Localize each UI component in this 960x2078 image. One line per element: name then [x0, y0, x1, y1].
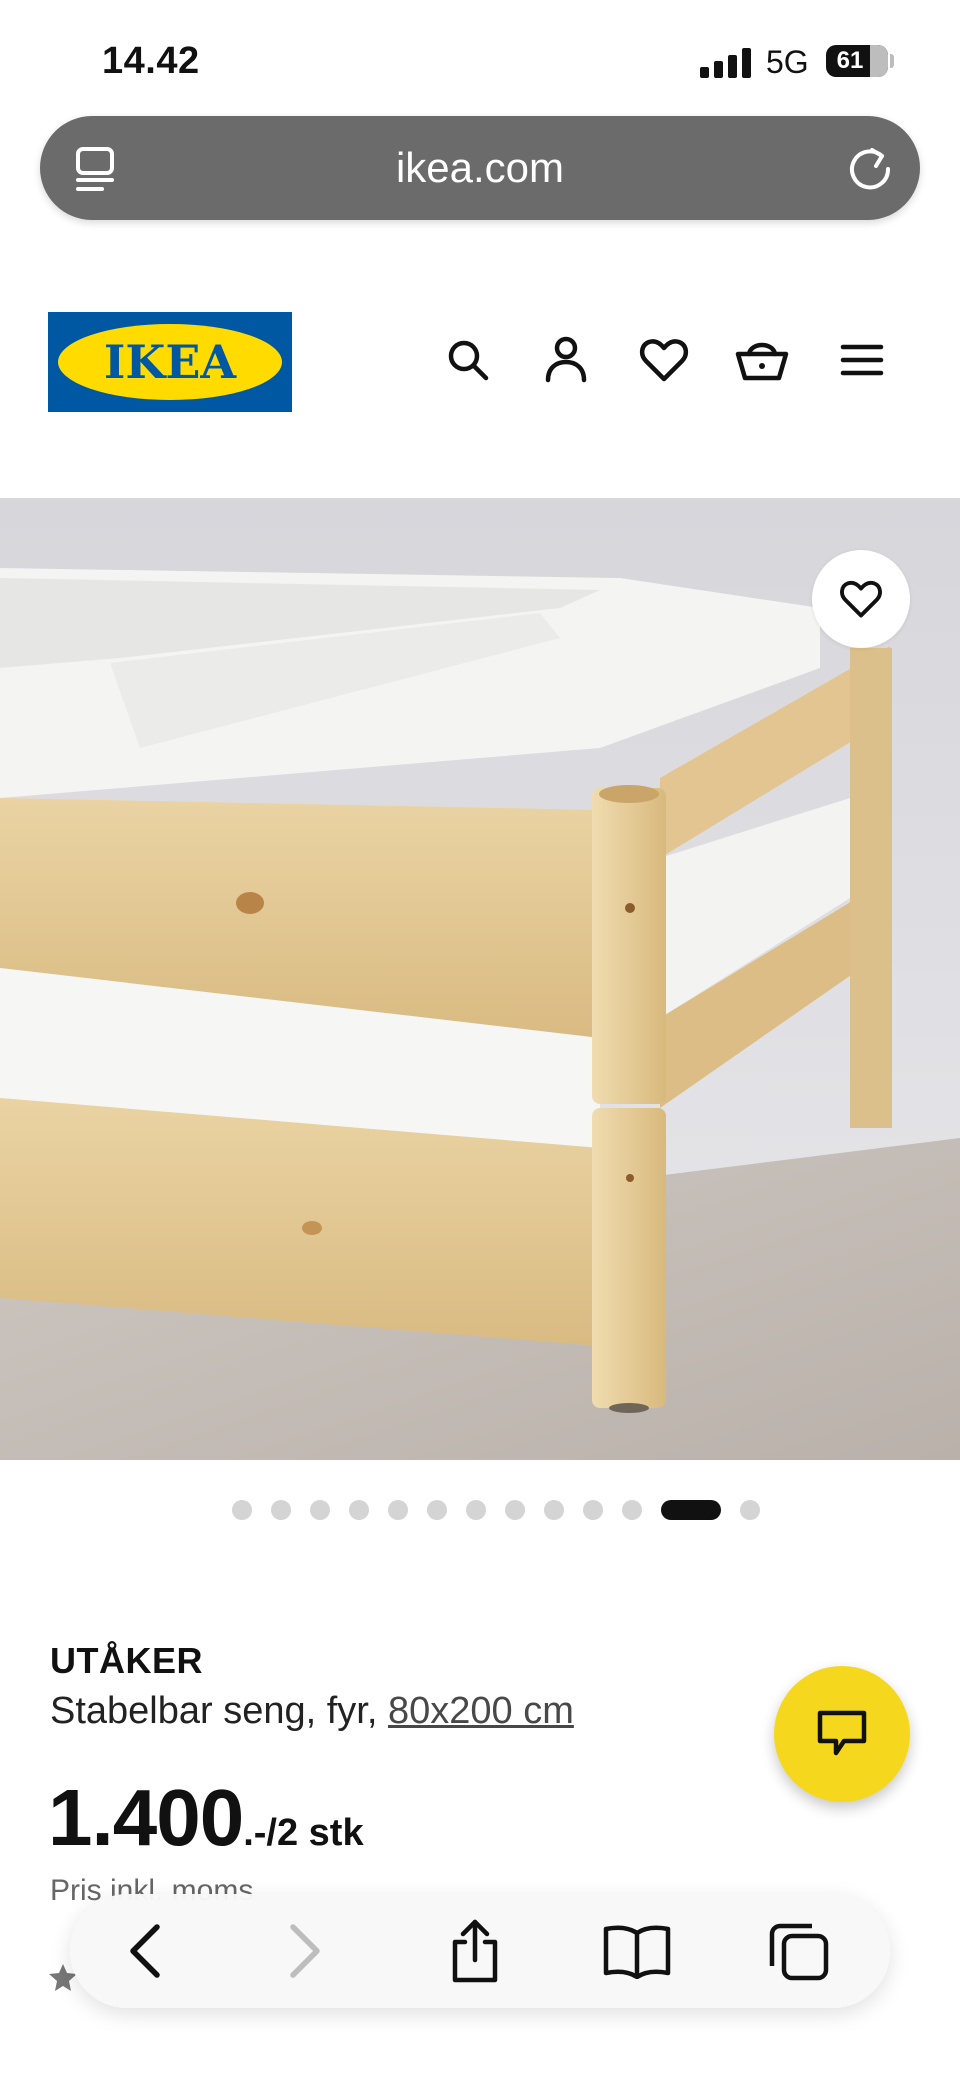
url-text[interactable]: ikea.com [40, 144, 920, 192]
battery-icon: 61 [826, 45, 888, 77]
forward-icon [290, 1924, 320, 1978]
product-description: Stabelbar seng, fyr, 80x200 cm [50, 1690, 574, 1733]
battery-cap [890, 54, 894, 68]
basket-icon[interactable] [732, 330, 792, 390]
add-to-favorites-button[interactable] [812, 550, 910, 648]
carousel-dot[interactable] [583, 1500, 603, 1520]
carousel-dot[interactable] [310, 1500, 330, 1520]
product-price: 1.400.-/2 stk [48, 1772, 364, 1864]
ikea-logo[interactable]: IKEA [48, 312, 292, 412]
share-icon [452, 1919, 498, 1983]
url-bar[interactable]: ikea.com [40, 116, 920, 220]
product-image[interactable] [0, 498, 960, 1460]
product-name: UTÅKER [50, 1640, 203, 1681]
carousel-dot[interactable] [505, 1500, 525, 1520]
carousel-dot[interactable] [232, 1500, 252, 1520]
tabs-button[interactable] [764, 1916, 834, 1986]
tabs-icon [769, 1923, 829, 1981]
battery-percent: 61 [836, 47, 864, 74]
browser-toolbar [70, 1894, 890, 2008]
bookmarks-button[interactable] [602, 1916, 672, 1986]
chat-icon [817, 1710, 867, 1756]
forward-button[interactable] [270, 1916, 340, 1986]
status-time: 14.42 [102, 40, 200, 82]
size-link[interactable]: 80x200 cm [388, 1690, 574, 1732]
chat-button[interactable] [774, 1666, 910, 1802]
heart-icon[interactable] [634, 330, 694, 390]
share-button[interactable] [440, 1916, 510, 1986]
menu-icon[interactable] [832, 330, 892, 390]
back-icon [130, 1924, 160, 1978]
carousel-dot[interactable] [544, 1500, 564, 1520]
back-button[interactable] [110, 1916, 180, 1986]
status-bar: 14.42 5G 61 [0, 0, 960, 110]
price-amount: 1.400 [48, 1773, 244, 1862]
signal-icon [700, 48, 752, 78]
price-suffix: .-/2 stk [243, 1812, 364, 1854]
network-label: 5G [766, 44, 809, 80]
carousel-dot[interactable] [740, 1500, 760, 1520]
search-icon[interactable] [438, 330, 498, 390]
heart-icon [840, 580, 882, 618]
carousel-dot[interactable] [388, 1500, 408, 1520]
bookmarks-icon [603, 1925, 671, 1979]
product-description-text: Stabelbar seng, fyr, [50, 1690, 388, 1732]
carousel-dot[interactable] [466, 1500, 486, 1520]
carousel-dot[interactable] [349, 1500, 369, 1520]
carousel-dot-active[interactable] [661, 1500, 721, 1520]
svg-text:IKEA: IKEA [104, 335, 238, 389]
carousel-dot[interactable] [271, 1500, 291, 1520]
carousel-dot[interactable] [622, 1500, 642, 1520]
account-icon[interactable] [536, 330, 596, 390]
carousel-dot[interactable] [427, 1500, 447, 1520]
reload-icon[interactable] [844, 142, 896, 194]
